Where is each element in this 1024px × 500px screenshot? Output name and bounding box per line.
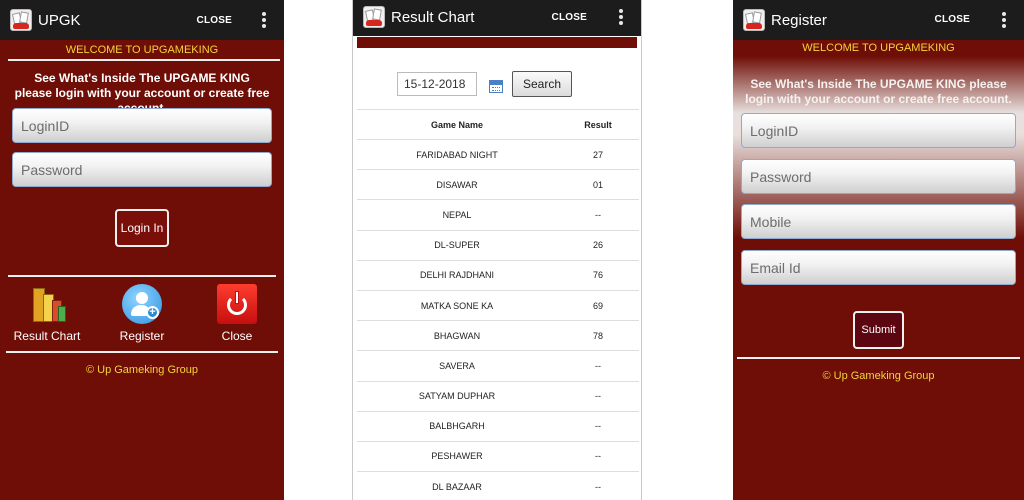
table-row: DELHI RAJDHANI 76 bbox=[357, 259, 639, 291]
password-input[interactable] bbox=[12, 152, 272, 187]
result-chart-label: Result Chart bbox=[13, 329, 81, 343]
game-name-cell: NEPAL bbox=[357, 199, 557, 231]
password-input[interactable] bbox=[741, 159, 1016, 194]
loginid-input[interactable] bbox=[741, 113, 1016, 148]
column-header-result: Result bbox=[557, 109, 639, 140]
results-table: Game Name Result FARIDABAD NIGHT 27 DISAWA… bbox=[357, 109, 639, 500]
table-row: DL-SUPER 26 bbox=[357, 229, 639, 261]
game-name-cell: DL BAZAAR bbox=[357, 471, 557, 500]
result-cell: -- bbox=[557, 471, 639, 500]
add-user-icon: + bbox=[122, 284, 162, 324]
column-header-game: Game Name bbox=[357, 109, 557, 140]
game-name-cell: BALBHGARH bbox=[357, 410, 557, 442]
game-name-cell: DISAWAR bbox=[357, 169, 557, 200]
chart-icon bbox=[27, 284, 67, 324]
app-bar: Result Chart CLOSE bbox=[353, 0, 641, 36]
welcome-heading: WELCOME TO UPGAMEKING bbox=[802, 42, 955, 54]
footer-text: © Up Gameking Group bbox=[822, 370, 935, 382]
table-row: DISAWAR 01 bbox=[357, 169, 639, 200]
table-row: SATYAM DUPHAR -- bbox=[357, 380, 639, 412]
result-cell: -- bbox=[557, 199, 639, 231]
register-screen: Register CLOSE WELCOME TO UPGAMEKING See… bbox=[733, 0, 1024, 500]
welcome-heading: WELCOME TO UPGAMEKING bbox=[65, 44, 219, 56]
overflow-menu-icon[interactable] bbox=[619, 9, 623, 25]
game-name-cell: DELHI RAJDHANI bbox=[357, 259, 557, 291]
login-screen: UPGK CLOSE WELCOME TO UPGAMEKING See Wha… bbox=[0, 0, 284, 500]
login-button[interactable]: Login In bbox=[115, 209, 169, 247]
intro-text: See What's Inside The UPGAME KING please… bbox=[745, 77, 1012, 106]
register-label: Register bbox=[119, 329, 165, 343]
footer-text: © Up Gameking Group bbox=[85, 364, 199, 376]
result-cell: 01 bbox=[557, 169, 639, 200]
loginid-input[interactable] bbox=[12, 108, 272, 143]
mobile-input[interactable] bbox=[741, 204, 1016, 239]
result-cell: 69 bbox=[557, 289, 639, 321]
table-row: PESHAWER -- bbox=[357, 440, 639, 472]
game-name-cell: PESHAWER bbox=[357, 440, 557, 472]
close-button[interactable]: CLOSE bbox=[935, 14, 970, 25]
result-cell: -- bbox=[557, 440, 639, 472]
date-input[interactable] bbox=[397, 72, 477, 96]
result-cell: -- bbox=[557, 380, 639, 412]
app-title: Register bbox=[771, 12, 827, 29]
table-row: SAVERA -- bbox=[357, 350, 639, 381]
overflow-menu-icon[interactable] bbox=[1002, 12, 1006, 28]
divider bbox=[8, 275, 276, 277]
table-row: BHAGWAN 78 bbox=[357, 320, 639, 351]
app-logo-icon bbox=[10, 9, 32, 31]
app-title: UPGK bbox=[38, 12, 81, 29]
result-cell: 26 bbox=[557, 229, 639, 261]
close-button[interactable]: CLOSE bbox=[552, 12, 587, 23]
app-logo-icon bbox=[363, 6, 385, 28]
close-button[interactable]: CLOSE bbox=[197, 15, 232, 26]
search-button[interactable]: Search bbox=[512, 71, 572, 97]
table-row: DL BAZAAR -- bbox=[357, 471, 639, 500]
table-row: BALBHGARH -- bbox=[357, 410, 639, 442]
calendar-icon[interactable] bbox=[489, 80, 503, 93]
divider bbox=[8, 59, 280, 61]
table-row: FARIDABAD NIGHT 27 bbox=[357, 138, 639, 170]
register-button[interactable]: + Register bbox=[97, 284, 187, 343]
result-chart-screen: Result Chart CLOSE Search Game Name Resu… bbox=[352, 0, 642, 500]
overflow-menu-icon[interactable] bbox=[262, 12, 266, 28]
submit-button[interactable]: Submit bbox=[853, 311, 904, 349]
email-input[interactable] bbox=[741, 250, 1016, 285]
result-cell: 27 bbox=[557, 138, 639, 170]
game-name-cell: BHAGWAN bbox=[357, 320, 557, 351]
result-cell: -- bbox=[557, 410, 639, 442]
result-cell: 76 bbox=[557, 259, 639, 291]
result-cell: 78 bbox=[557, 320, 639, 351]
divider bbox=[6, 351, 278, 353]
table-row: MATKA SONE KA 69 bbox=[357, 289, 639, 321]
table-row: NEPAL -- bbox=[357, 199, 639, 231]
game-name-cell: DL-SUPER bbox=[357, 229, 557, 261]
result-chart-button[interactable]: Result Chart bbox=[2, 284, 92, 343]
app-bar: UPGK CLOSE bbox=[0, 0, 284, 40]
result-cell: -- bbox=[557, 350, 639, 381]
table-header-row: Game Name Result bbox=[357, 109, 639, 140]
game-name-cell: SATYAM DUPHAR bbox=[357, 380, 557, 412]
power-icon bbox=[217, 284, 257, 324]
game-name-cell: SAVERA bbox=[357, 350, 557, 381]
divider bbox=[737, 357, 1020, 359]
close-app-button[interactable]: Close bbox=[192, 284, 282, 343]
header-strip bbox=[357, 37, 637, 48]
game-name-cell: MATKA SONE KA bbox=[357, 289, 557, 321]
app-title: Result Chart bbox=[391, 9, 475, 26]
game-name-cell: FARIDABAD NIGHT bbox=[357, 138, 557, 170]
app-bar: Register CLOSE bbox=[733, 0, 1024, 40]
app-logo-icon bbox=[743, 9, 765, 31]
close-label: Close bbox=[221, 329, 253, 343]
